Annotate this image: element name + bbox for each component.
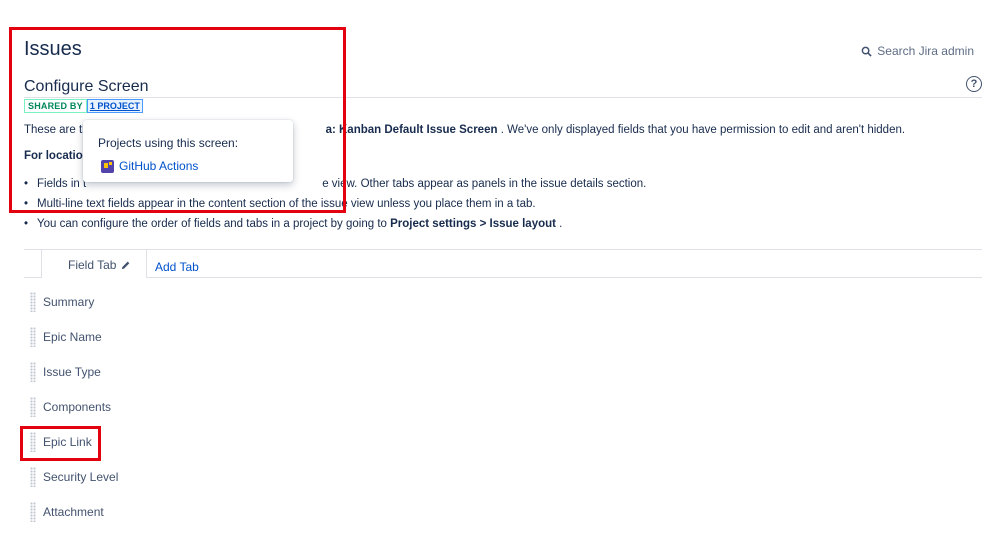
bullet-text: . xyxy=(555,218,563,230)
list-item: Multi-line text fields appear in the con… xyxy=(24,197,646,217)
field-label: Epic Link xyxy=(43,435,92,449)
info-list: Fields in t e view. Other tabs appear as … xyxy=(24,177,646,237)
pencil-icon[interactable] xyxy=(120,260,131,271)
field-row[interactable]: Attachment xyxy=(30,501,118,536)
help-icon[interactable]: ? xyxy=(966,76,982,92)
tab-label: Field Tab xyxy=(68,258,117,272)
field-label: Issue Type xyxy=(43,365,101,379)
tabs-divider-bottom xyxy=(146,277,982,278)
drag-handle-icon[interactable] xyxy=(30,432,36,452)
projects-popup: Projects using this screen: GitHub Actio… xyxy=(83,120,293,182)
bullet-text: e view. Other tabs appear as panels in t… xyxy=(322,178,647,190)
configure-screen-title: Configure Screen xyxy=(24,78,149,95)
for-location-heading: For location xyxy=(24,150,90,162)
field-row[interactable]: Issue Type xyxy=(30,361,118,396)
list-item: You can configure the order of fields an… xyxy=(24,217,646,237)
tabs-divider-top xyxy=(24,249,982,250)
drag-handle-icon[interactable] xyxy=(30,292,36,312)
intro-text-end: . We've only displayed fields that you h… xyxy=(497,124,906,136)
page-title: Issues xyxy=(24,38,82,60)
field-label: Components xyxy=(43,400,112,414)
field-row[interactable]: Security Level xyxy=(30,466,118,501)
bullet-text: Fields in t xyxy=(37,178,87,190)
project-name: GitHub Actions xyxy=(119,159,199,173)
drag-handle-icon[interactable] xyxy=(30,362,36,382)
field-row[interactable]: Summary xyxy=(30,291,118,326)
field-row[interactable]: Epic Name xyxy=(30,326,118,361)
search-jira-admin[interactable]: Search Jira admin xyxy=(861,44,974,58)
popup-title: Projects using this screen: xyxy=(98,136,239,150)
field-row[interactable]: Epic Link xyxy=(30,431,118,466)
search-label: Search Jira admin xyxy=(877,44,974,58)
project-avatar-icon xyxy=(101,159,114,173)
bullet-text: You can configure the order of fields an… xyxy=(37,218,391,230)
tab-field-tab[interactable]: Field Tab xyxy=(41,250,147,278)
drag-handle-icon[interactable] xyxy=(30,467,36,487)
add-tab-link[interactable]: Add Tab xyxy=(155,260,199,274)
shared-by-badge: SHARED BY xyxy=(24,99,87,113)
screen-name: a: Kanban Default Issue Screen xyxy=(325,124,498,136)
field-label: Epic Name xyxy=(43,330,102,344)
bullet-text: Multi-line text fields appear in the con… xyxy=(37,198,536,210)
tabs-divider-bottom-left xyxy=(24,277,41,278)
field-label: Attachment xyxy=(43,505,104,519)
field-label: Summary xyxy=(43,295,95,309)
intro-text-start: These are th xyxy=(24,124,89,136)
drag-handle-icon[interactable] xyxy=(30,327,36,347)
field-label: Security Level xyxy=(43,470,119,484)
field-list: Summary Epic Name Issue Type Components … xyxy=(30,291,118,536)
shared-projects-link[interactable]: 1 PROJECT xyxy=(86,99,143,113)
field-row[interactable]: Components xyxy=(30,396,118,431)
drag-handle-icon[interactable] xyxy=(30,397,36,417)
project-link-github-actions[interactable]: GitHub Actions xyxy=(101,159,198,173)
shared-by-row: SHARED BY 1 PROJECT xyxy=(24,99,143,113)
drag-handle-icon[interactable] xyxy=(30,502,36,522)
bullet-bold: Project settings > Issue layout xyxy=(390,218,556,230)
divider xyxy=(24,97,982,98)
search-icon xyxy=(861,46,872,57)
